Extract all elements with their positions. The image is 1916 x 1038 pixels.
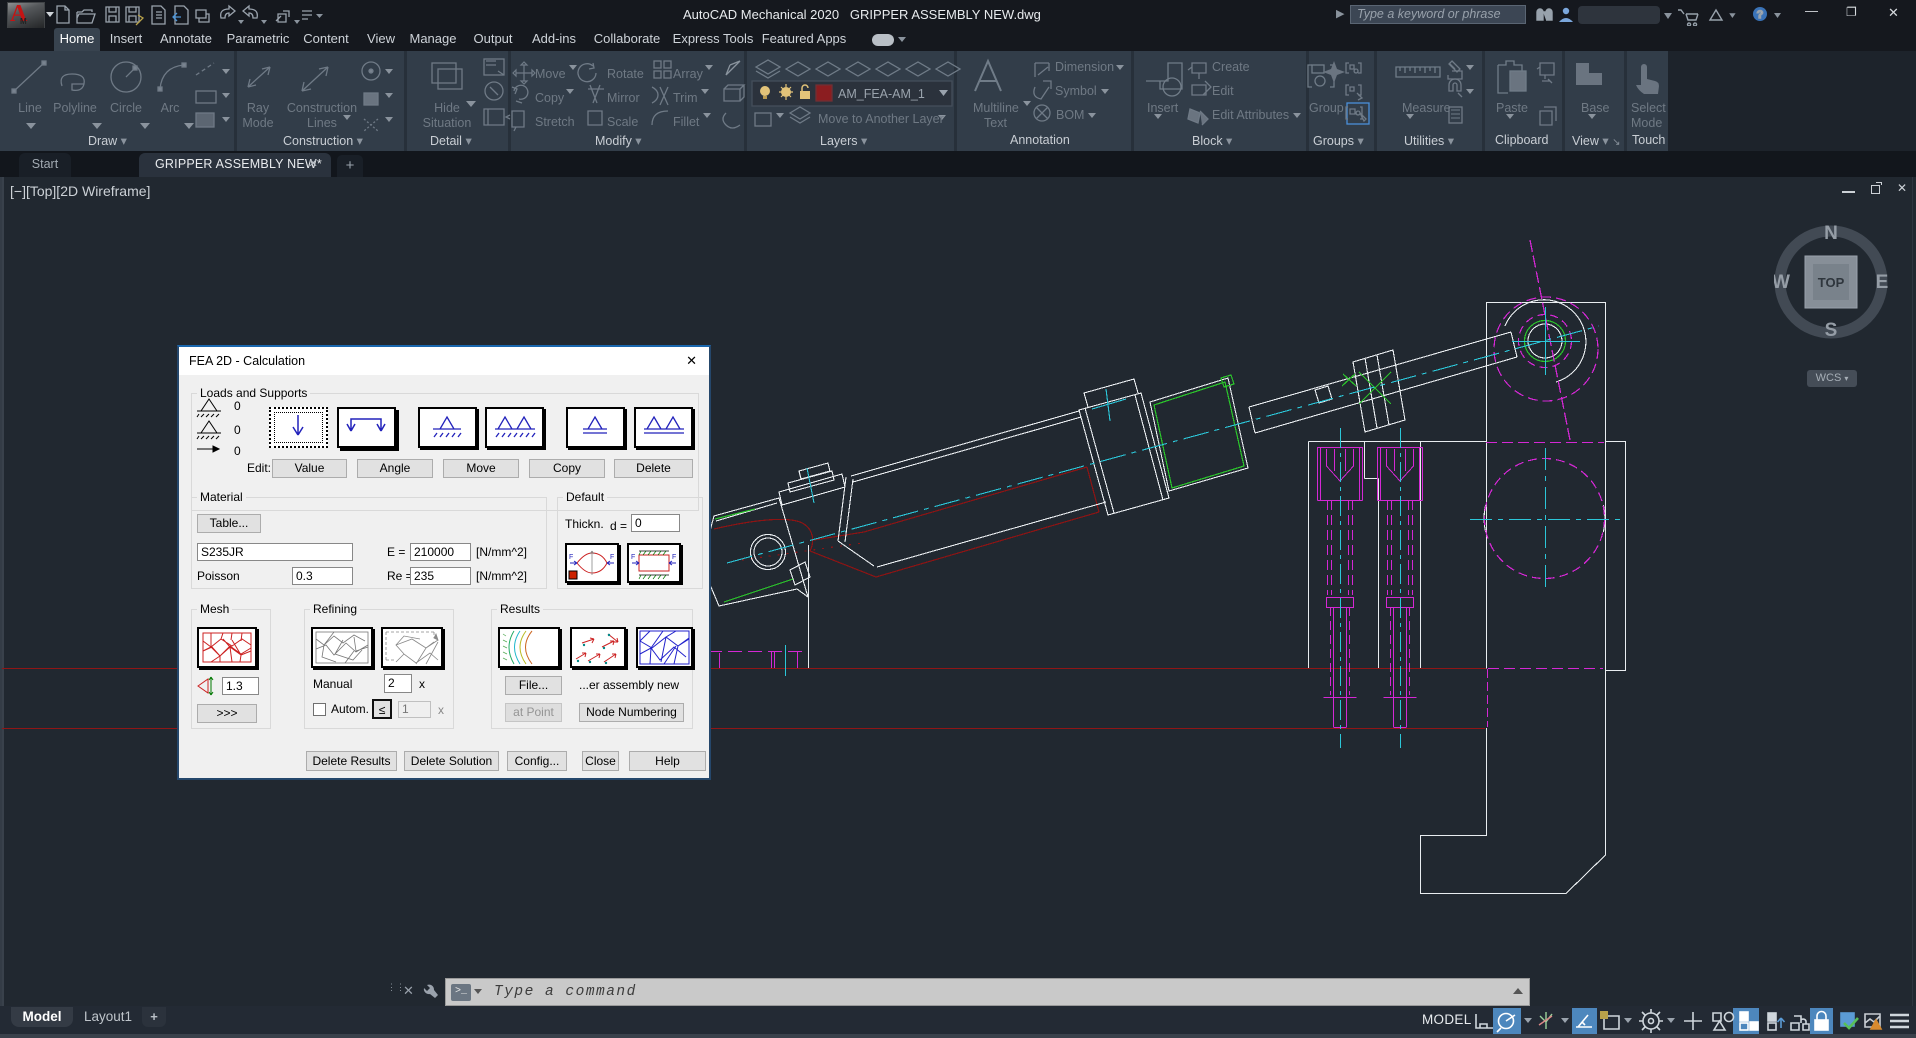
svg-text:Mirror: Mirror (607, 91, 640, 105)
svg-text:Paste: Paste (1496, 101, 1528, 115)
svg-text:Ray: Ray (247, 101, 270, 115)
svg-text:Circle: Circle (110, 101, 142, 115)
svg-text:Dimension: Dimension (1055, 60, 1114, 74)
svg-text:W: W (1774, 272, 1790, 293)
svg-text:F: F (610, 554, 614, 561)
svg-text:Hide: Hide (434, 101, 460, 115)
svg-text:Mode: Mode (242, 116, 273, 130)
svg-text:Stretch: Stretch (535, 115, 575, 129)
svg-text:BOM: BOM (1056, 108, 1084, 122)
svg-text:Symbol: Symbol (1055, 84, 1097, 98)
svg-text:E: E (1876, 272, 1888, 293)
svg-text:AM_FEA-AM_1: AM_FEA-AM_1 (838, 87, 925, 101)
svg-text:Line: Line (18, 101, 42, 115)
svg-text:Insert: Insert (1147, 101, 1179, 115)
svg-text:Select: Select (1631, 101, 1666, 115)
svg-text:N: N (1824, 225, 1838, 244)
svg-text:Fillet: Fillet (673, 115, 700, 129)
svg-text:Move to Another Layer: Move to Another Layer (818, 112, 944, 126)
svg-text:F: F (631, 554, 635, 561)
svg-text:Base: Base (1581, 101, 1610, 115)
svg-text:Group: Group (1309, 101, 1344, 115)
svg-text:Lines: Lines (307, 116, 337, 130)
svg-text:Create: Create (1212, 60, 1250, 74)
svg-text:TOP: TOP (1818, 275, 1845, 290)
svg-text:Trim: Trim (673, 91, 698, 105)
svg-text:Measure: Measure (1402, 101, 1451, 115)
svg-text:Construction: Construction (287, 101, 357, 115)
svg-text:S: S (1825, 320, 1838, 339)
svg-text:Copy: Copy (535, 91, 565, 105)
svg-text:Polyline: Polyline (53, 101, 97, 115)
svg-text:Text: Text (984, 116, 1007, 130)
svg-text:Edit: Edit (1212, 84, 1234, 98)
svg-text:Multiline: Multiline (973, 101, 1019, 115)
svg-text:Mode: Mode (1631, 116, 1662, 130)
svg-text:Rotate: Rotate (607, 67, 644, 81)
svg-text:Edit Attributes: Edit Attributes (1212, 108, 1289, 122)
svg-text:F: F (672, 554, 676, 561)
svg-text:Move: Move (535, 67, 566, 81)
svg-text:Scale: Scale (607, 115, 638, 129)
svg-text:Arc: Arc (161, 101, 180, 115)
svg-text:?: ? (1757, 9, 1764, 21)
svg-text:Array: Array (673, 67, 704, 81)
svg-text:F: F (569, 554, 573, 561)
svg-text:Situation: Situation (423, 116, 472, 130)
